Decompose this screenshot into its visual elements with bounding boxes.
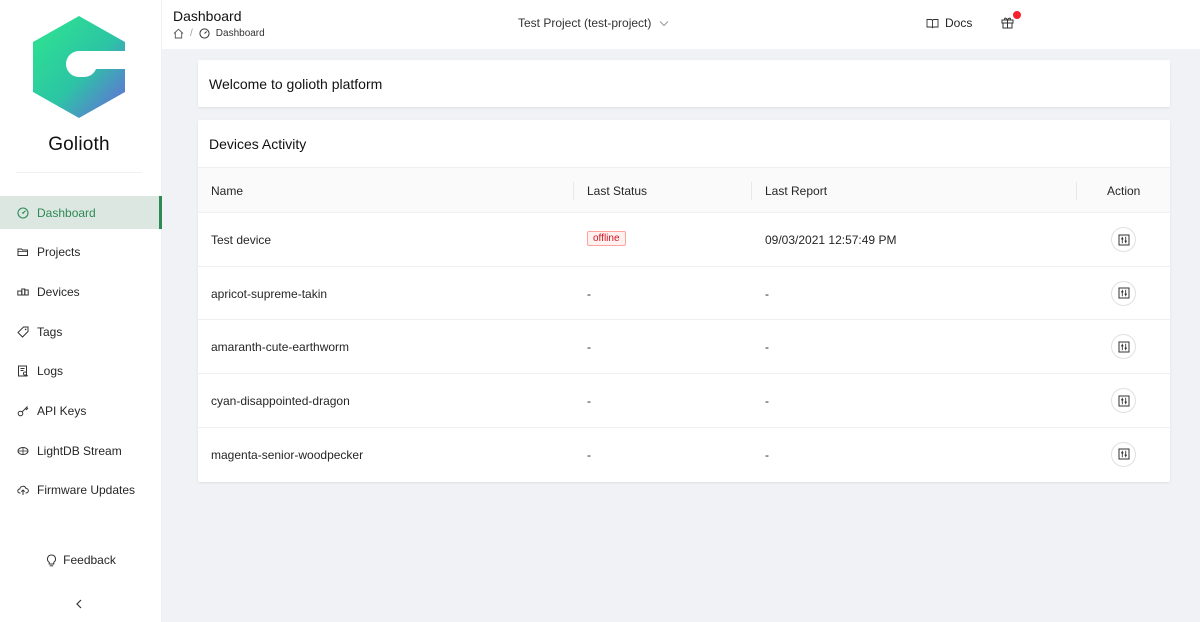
device-action-button[interactable] bbox=[1111, 280, 1136, 306]
device-action-button[interactable] bbox=[1111, 334, 1136, 360]
welcome-card: Welcome to golioth platform bbox=[198, 60, 1170, 107]
table-header: Name Last Status Last Report Action bbox=[198, 167, 1170, 213]
sidebar-item-label: Projects bbox=[37, 245, 81, 260]
device-name[interactable]: cyan-disappointed-dragon bbox=[211, 394, 350, 408]
chevron-down-icon bbox=[660, 20, 669, 26]
welcome-title: Welcome to golioth platform bbox=[209, 76, 383, 92]
table-row: Test device offline 09/03/2021 12:57:49 … bbox=[198, 213, 1170, 267]
sidebar-item-label: API Keys bbox=[37, 403, 87, 418]
devices-activity-card: Devices Activity Name Last Status Last R… bbox=[198, 120, 1170, 482]
last-report: - bbox=[765, 340, 769, 355]
sidebar-item-label: Logs bbox=[37, 364, 64, 379]
last-status: - bbox=[587, 394, 591, 409]
device-name[interactable]: Test device bbox=[211, 233, 271, 247]
sidebar-item-tags[interactable]: Tags bbox=[0, 315, 162, 348]
gift-icon bbox=[1001, 17, 1014, 29]
breadcrumb: / Dashboard bbox=[173, 28, 265, 39]
breadcrumb-separator: / bbox=[190, 28, 193, 39]
golioth-logo[interactable] bbox=[33, 16, 125, 118]
folder-icon bbox=[16, 245, 30, 259]
sidebar-item-logs[interactable]: Logs bbox=[0, 355, 162, 388]
notification-badge-dot bbox=[1013, 11, 1021, 19]
logo-area: Golioth bbox=[0, 0, 162, 173]
control-panel-icon bbox=[1118, 287, 1129, 299]
logo-divider bbox=[16, 172, 142, 173]
bulb-icon bbox=[47, 553, 57, 566]
column-divider bbox=[573, 182, 574, 200]
sidebar-item-label: LightDB Stream bbox=[37, 443, 122, 458]
devices-table: Name Last Status Last Report Action Test… bbox=[198, 167, 1170, 481]
control-panel-icon bbox=[1118, 234, 1129, 245]
cloud-upload-icon bbox=[16, 483, 30, 497]
device-action-button[interactable] bbox=[1111, 441, 1136, 467]
logs-icon bbox=[16, 364, 30, 378]
last-report: 09/03/2021 12:57:49 PM bbox=[765, 233, 897, 247]
notifications-button[interactable] bbox=[1001, 11, 1021, 30]
devices-activity-title: Devices Activity bbox=[209, 136, 307, 152]
devices-icon bbox=[16, 285, 30, 299]
column-header-name[interactable]: Name bbox=[211, 184, 243, 198]
device-action-button[interactable] bbox=[1111, 227, 1136, 252]
device-name[interactable]: apricot-supreme-takin bbox=[211, 287, 327, 301]
sidebar-item-label: Tags bbox=[37, 324, 63, 339]
key-icon bbox=[16, 404, 30, 418]
sidebar-item-dashboard[interactable]: Dashboard bbox=[0, 196, 162, 229]
last-status: - bbox=[587, 340, 591, 355]
status-badge: offline bbox=[587, 231, 626, 246]
last-status: - bbox=[587, 447, 591, 462]
last-report: - bbox=[765, 286, 769, 301]
sidebar-item-lightdb-stream[interactable]: LightDB Stream bbox=[0, 434, 162, 467]
dashboard-icon bbox=[199, 28, 210, 39]
home-icon[interactable] bbox=[173, 28, 184, 39]
control-panel-icon bbox=[1118, 341, 1129, 353]
project-select[interactable]: Test Project (test-project) bbox=[518, 16, 669, 30]
sidebar: Golioth Dashboard Projects Devices Tags … bbox=[0, 0, 162, 622]
device-name[interactable]: magenta-senior-woodpecker bbox=[211, 448, 363, 462]
dashboard-icon bbox=[16, 206, 30, 220]
table-row: magenta-senior-woodpecker - - bbox=[198, 428, 1170, 482]
page-title: Dashboard bbox=[173, 8, 242, 24]
device-action-button[interactable] bbox=[1111, 388, 1136, 414]
top-header: Dashboard / Dashboard Test Project (test… bbox=[162, 0, 1200, 49]
book-icon bbox=[926, 18, 939, 28]
column-divider bbox=[751, 182, 752, 200]
last-status: - bbox=[587, 286, 591, 301]
last-report: - bbox=[765, 447, 769, 462]
sidebar-item-firmware-updates[interactable]: Firmware Updates bbox=[0, 474, 162, 507]
sidebar-item-api-keys[interactable]: API Keys bbox=[0, 394, 162, 427]
device-name[interactable]: amaranth-cute-earthworm bbox=[211, 340, 349, 354]
sidebar-nav: Dashboard Projects Devices Tags Logs API… bbox=[0, 196, 162, 514]
docs-label: Docs bbox=[945, 16, 973, 30]
column-header-last-status[interactable]: Last Status bbox=[587, 184, 647, 198]
feedback-link[interactable]: Feedback bbox=[0, 553, 162, 567]
column-header-action: Action bbox=[1107, 184, 1141, 198]
sidebar-item-devices[interactable]: Devices bbox=[0, 275, 162, 308]
last-report: - bbox=[765, 394, 769, 409]
database-icon bbox=[16, 444, 30, 458]
sidebar-item-projects[interactable]: Projects bbox=[0, 236, 162, 269]
feedback-label: Feedback bbox=[63, 553, 116, 567]
breadcrumb-current[interactable]: Dashboard bbox=[216, 28, 265, 39]
column-header-last-report[interactable]: Last Report bbox=[765, 184, 827, 198]
docs-link[interactable]: Docs bbox=[926, 16, 972, 30]
table-row: apricot-supreme-takin - - bbox=[198, 267, 1170, 321]
sidebar-item-label: Dashboard bbox=[37, 205, 96, 220]
collapse-sidebar-button[interactable] bbox=[72, 596, 86, 612]
table-row: amaranth-cute-earthworm - - bbox=[198, 320, 1170, 375]
sidebar-item-label: Firmware Updates bbox=[37, 483, 136, 498]
table-row: cyan-disappointed-dragon - - bbox=[198, 374, 1170, 428]
chevron-left-icon bbox=[76, 599, 82, 609]
control-panel-icon bbox=[1118, 395, 1129, 407]
brand-name: Golioth bbox=[48, 134, 110, 155]
column-divider bbox=[1076, 182, 1077, 200]
project-select-value: Test Project (test-project) bbox=[518, 16, 652, 30]
sidebar-item-label: Devices bbox=[37, 284, 80, 299]
control-panel-icon bbox=[1118, 448, 1129, 460]
tag-icon bbox=[16, 325, 30, 339]
